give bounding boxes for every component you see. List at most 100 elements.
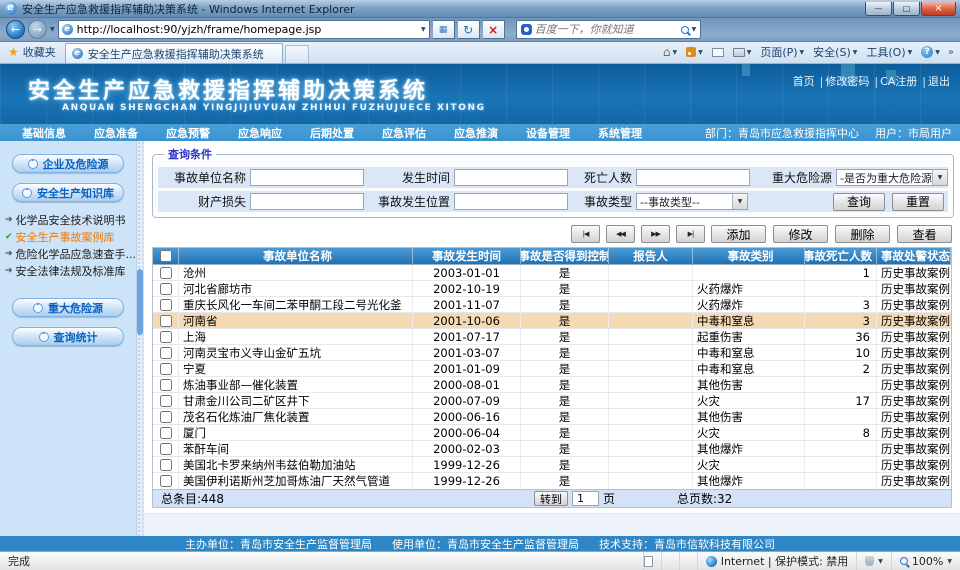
row-checkbox[interactable]: [160, 475, 172, 487]
row-checkbox[interactable]: [160, 363, 172, 375]
home-button[interactable]: ⌂▼: [660, 45, 680, 59]
scrollbar-thumb[interactable]: [137, 269, 143, 335]
nav-item[interactable]: 设备管理: [512, 125, 584, 141]
nav-item[interactable]: 系统管理: [584, 125, 656, 141]
forward-button[interactable]: →: [28, 20, 47, 39]
search-button[interactable]: 查询: [833, 193, 885, 211]
table-row[interactable]: 上海 2001-07-17 是 起重伤害 36 历史事故案例: [153, 329, 951, 345]
sidebar-item[interactable]: ➔ 安全法律法规及标准库: [0, 263, 136, 280]
header-link[interactable]: 修改密码: [815, 75, 870, 88]
table-row[interactable]: 炼油事业部—催化装置 2000-08-01 是 其他伤害 历史事故案例: [153, 377, 951, 393]
select-all-checkbox[interactable]: [160, 250, 172, 262]
read-mail-button[interactable]: [709, 48, 727, 57]
row-checkbox[interactable]: [160, 459, 172, 471]
sidebar-group-button[interactable]: ˇ 安全生产知识库: [12, 183, 124, 202]
page-number-input[interactable]: [572, 491, 599, 506]
sidebar-item[interactable]: ➔ 化学品安全技术说明书: [0, 212, 136, 229]
table-row[interactable]: 河南灵宝市义寺山金矿五坑 2001-03-07 是 中毒和窒息 10 历史事故案…: [153, 345, 951, 361]
action-button[interactable]: 修改: [773, 225, 828, 243]
nav-item[interactable]: 应急评估: [368, 125, 440, 141]
row-checkbox[interactable]: [160, 395, 172, 407]
accident-type-select[interactable]: --事故类型-- ▼: [636, 193, 748, 210]
row-checkbox[interactable]: [160, 331, 172, 343]
table-row[interactable]: 沧州 2003-01-01 是 1 历史事故案例: [153, 265, 951, 281]
action-button[interactable]: 删除: [835, 225, 890, 243]
header-link[interactable]: 首页: [793, 75, 815, 88]
property-loss-input[interactable]: [250, 193, 364, 210]
goto-button[interactable]: 转到: [534, 491, 568, 506]
protected-mode-segment[interactable]: ▼: [856, 552, 891, 570]
death-count-input[interactable]: [636, 169, 750, 186]
safety-menu[interactable]: 安全(S)▼: [810, 44, 860, 60]
minimize-button[interactable]: —: [865, 2, 892, 16]
search-magnifier-icon[interactable]: [681, 26, 689, 34]
nav-item[interactable]: 应急准备: [80, 125, 152, 141]
occur-time-input[interactable]: [454, 169, 568, 186]
help-menu[interactable]: ?▼: [918, 46, 943, 58]
tools-menu[interactable]: 工具(O)▼: [863, 44, 915, 60]
row-checkbox[interactable]: [160, 299, 172, 311]
nav-item[interactable]: 后期处置: [296, 125, 368, 141]
unit-name-input[interactable]: [250, 169, 364, 186]
refresh-icon[interactable]: ↻: [458, 20, 480, 39]
pager-button[interactable]: ◀◀: [606, 225, 635, 243]
zoom-segment[interactable]: 100% ▼: [891, 552, 960, 570]
column-header[interactable]: 报告人: [609, 248, 693, 264]
pager-button[interactable]: ▶▶: [641, 225, 670, 243]
search-chevron-down-icon[interactable]: ▼: [692, 26, 697, 33]
reset-button[interactable]: 重置: [892, 193, 944, 211]
feed-button[interactable]: ▼: [683, 47, 706, 57]
search-box[interactable]: ▼: [516, 20, 702, 39]
row-checkbox[interactable]: [160, 283, 172, 295]
row-checkbox[interactable]: [160, 411, 172, 423]
new-tab-button[interactable]: [285, 45, 309, 63]
pager-button[interactable]: ▶|: [676, 225, 705, 243]
stop-icon[interactable]: ×: [483, 20, 505, 39]
active-tab[interactable]: e 安全生产应急救援指挥辅助决策系统: [65, 43, 283, 63]
column-header[interactable]: 事故单位名称: [179, 248, 413, 264]
nav-item[interactable]: 应急响应: [224, 125, 296, 141]
pager-button[interactable]: |◀: [571, 225, 600, 243]
page-menu[interactable]: 页面(P)▼: [757, 44, 807, 60]
address-field[interactable]: e http://localhost:90/yjzh/frame/homepag…: [58, 20, 430, 39]
history-chevron-down-icon[interactable]: ▼: [50, 26, 55, 33]
row-checkbox[interactable]: [160, 315, 172, 327]
row-checkbox[interactable]: [160, 267, 172, 279]
sidebar-item[interactable]: ✔ 安全生产事故案例库: [0, 229, 136, 246]
favorites-button[interactable]: ★ 收藏夹: [4, 44, 65, 63]
sidebar-splitter[interactable]: [136, 141, 144, 536]
row-checkbox[interactable]: [160, 443, 172, 455]
back-button[interactable]: ←: [6, 20, 25, 39]
row-checkbox[interactable]: [160, 379, 172, 391]
header-link[interactable]: CA注册: [869, 75, 917, 88]
search-input[interactable]: [535, 23, 678, 36]
column-header[interactable]: 事故处警状态: [877, 248, 951, 264]
table-row[interactable]: 甘肃金川公司二矿区井下 2000-07-09 是 火灾 17 历史事故案例: [153, 393, 951, 409]
nav-item[interactable]: 应急预警: [152, 125, 224, 141]
compatibility-view-icon[interactable]: ▦: [433, 20, 455, 39]
table-row[interactable]: 重庆长风化一车间二苯甲酮工段二号光化釜 2001-11-07 是 火药爆炸 3 …: [153, 297, 951, 313]
address-chevron-down-icon[interactable]: ▼: [421, 26, 426, 33]
sidebar-group-button[interactable]: ˇ 查询统计: [12, 327, 124, 346]
overflow-chevron-icon[interactable]: »: [946, 47, 956, 58]
action-button[interactable]: 查看: [897, 225, 952, 243]
table-row[interactable]: 厦门 2000-06-04 是 火灾 8 历史事故案例: [153, 425, 951, 441]
table-row[interactable]: 河南省 2001-10-06 是 中毒和窒息 3 历史事故案例: [153, 313, 951, 329]
action-button[interactable]: 添加: [711, 225, 766, 243]
location-input[interactable]: [454, 193, 568, 210]
header-link[interactable]: 退出: [917, 75, 950, 88]
close-button[interactable]: ×: [921, 2, 956, 16]
table-row[interactable]: 美国伊利诺斯州芝加哥炼油厂天然气管道 1999-12-26 是 其他爆炸 历史事…: [153, 473, 951, 489]
sidebar-item[interactable]: ➔ 危险化学品应急速查手...: [0, 246, 136, 263]
row-checkbox[interactable]: [160, 427, 172, 439]
table-row[interactable]: 茂名石化炼油厂焦化装置 2000-06-16 是 其他伤害 历史事故案例: [153, 409, 951, 425]
nav-item[interactable]: 应急推演: [440, 125, 512, 141]
column-header[interactable]: 事故死亡人数: [805, 248, 877, 264]
nav-item[interactable]: 基础信息: [8, 125, 80, 141]
table-row[interactable]: 河北省廊坊市 2002-10-19 是 火药爆炸 历史事故案例: [153, 281, 951, 297]
sidebar-group-button[interactable]: ˇ 企业及危险源: [12, 154, 124, 173]
major-hazard-select[interactable]: -是否为重大危险源- ▼: [836, 169, 948, 186]
table-row[interactable]: 宁夏 2001-01-09 是 中毒和窒息 2 历史事故案例: [153, 361, 951, 377]
print-button[interactable]: ▼: [730, 48, 755, 57]
table-row[interactable]: 苯酐车间 2000-02-03 是 其他爆炸 历史事故案例: [153, 441, 951, 457]
